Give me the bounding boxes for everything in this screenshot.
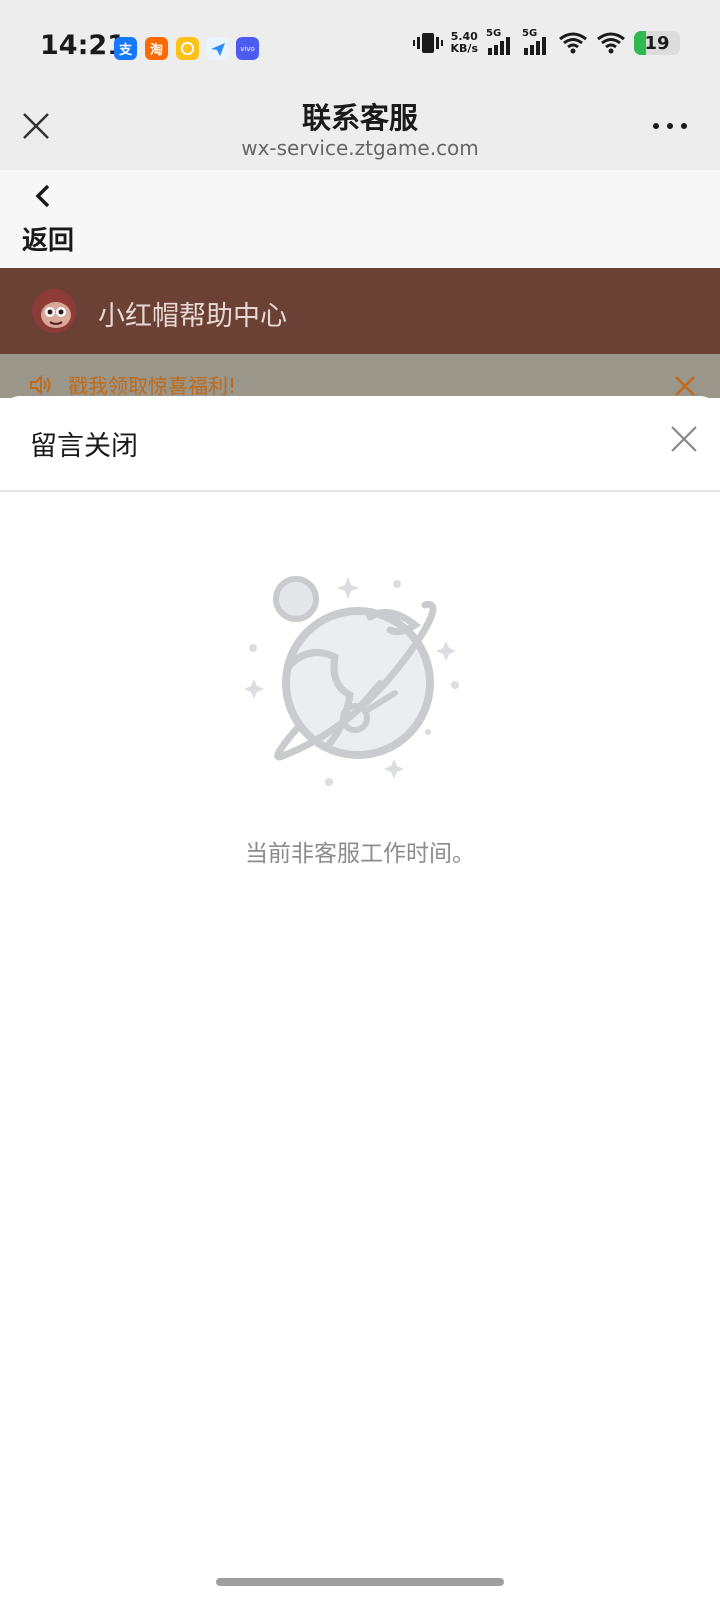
alipay-icon: 支	[114, 37, 137, 60]
net-speed: 5.40 KB/s	[450, 30, 478, 55]
page-url: wx-service.ztgame.com	[241, 136, 479, 160]
vibrate-icon	[412, 33, 443, 53]
back-area	[0, 170, 720, 268]
vivo-icon: vivo	[236, 37, 259, 60]
close-icon[interactable]	[670, 425, 698, 453]
hand-icon	[180, 41, 195, 56]
notice-text[interactable]: 戳我领取惊喜福利!	[68, 370, 236, 399]
brand-name: 小红帽帮助中心	[98, 301, 287, 332]
home-indicator[interactable]	[216, 1578, 504, 1586]
signal-2: 5G	[522, 28, 550, 56]
empty-state-text: 当前非客服工作时间。	[245, 841, 475, 867]
page-title: 联系客服	[301, 101, 418, 135]
more-icon[interactable]	[650, 114, 690, 138]
chevron-left-icon[interactable]	[32, 182, 54, 210]
brand-logo	[32, 289, 76, 333]
paper-plane-icon	[210, 42, 225, 56]
send-app-icon	[206, 37, 229, 60]
sheet-title: 留言关闭	[30, 431, 138, 462]
close-icon[interactable]	[674, 375, 696, 397]
wifi-icon	[597, 32, 625, 54]
back-button[interactable]: 返回	[22, 220, 74, 257]
signal-1: 5G	[486, 28, 514, 56]
yellow-app-icon	[176, 37, 199, 60]
taobao-icon: 淘	[145, 37, 168, 60]
battery-indicator: 19	[634, 31, 680, 55]
wifi-icon	[559, 32, 587, 54]
empty-state-planet-icon	[244, 576, 459, 786]
status-indicators: 5.40 KB/s 5G 5G 19	[412, 28, 680, 56]
divider	[0, 490, 720, 492]
speaker-icon	[30, 374, 51, 396]
